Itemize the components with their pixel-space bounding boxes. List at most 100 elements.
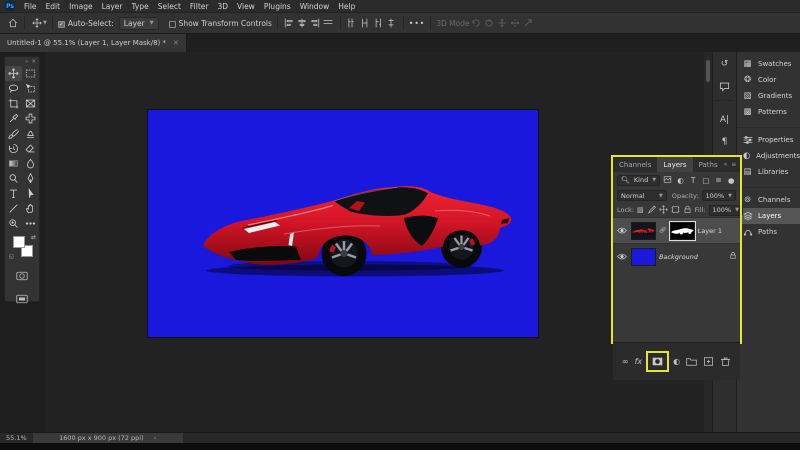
- tab-paths[interactable]: Paths: [693, 157, 724, 172]
- align-right-edges-icon[interactable]: [309, 17, 322, 30]
- menu-file[interactable]: File: [24, 2, 37, 11]
- character-panel-icon[interactable]: A|: [716, 112, 734, 128]
- scrollbar-thumb[interactable]: [706, 60, 710, 82]
- spot-healing-brush-tool[interactable]: [22, 111, 39, 126]
- screen-mode-button[interactable]: [16, 289, 28, 308]
- line-tool[interactable]: [5, 201, 22, 216]
- move-tool-icon[interactable]: [30, 17, 43, 30]
- layer-name[interactable]: Background: [659, 253, 698, 261]
- distribute-left-icon[interactable]: [346, 17, 359, 30]
- zoom-tool[interactable]: [5, 216, 22, 231]
- gradient-tool[interactable]: [5, 156, 22, 171]
- menu-type[interactable]: Type: [132, 2, 149, 11]
- panel-menu-icon[interactable]: ≡: [731, 161, 736, 168]
- panel-gradients[interactable]: ▧ Gradients: [737, 88, 800, 104]
- auto-select-target-dropdown[interactable]: Layer ▼: [118, 16, 159, 30]
- blend-mode-dropdown[interactable]: Normal ▼: [617, 190, 667, 201]
- menu-view[interactable]: View: [237, 2, 255, 11]
- zoom-level[interactable]: 55.1%: [0, 434, 33, 442]
- menu-select[interactable]: Select: [158, 2, 181, 11]
- panel-swatches[interactable]: ▦ Swatches: [737, 56, 800, 72]
- foreground-color-swatch[interactable]: [13, 236, 25, 248]
- new-layer-icon[interactable]: [703, 356, 714, 367]
- menu-filter[interactable]: Filter: [190, 2, 209, 11]
- close-panel-icon[interactable]: ✕: [31, 59, 36, 65]
- lock-paint-icon[interactable]: [647, 205, 656, 216]
- menu-3d[interactable]: 3D: [217, 2, 228, 11]
- chevron-right-icon[interactable]: ›: [154, 434, 157, 442]
- hand-tool[interactable]: [22, 201, 39, 216]
- crop-tool[interactable]: [5, 96, 22, 111]
- layer-mask-thumbnail[interactable]: [668, 220, 696, 241]
- collapse-panel-icon[interactable]: »: [25, 59, 28, 65]
- panel-libraries[interactable]: ▤ Libraries: [737, 164, 800, 180]
- canvas[interactable]: [148, 110, 538, 337]
- layer-row-layer1[interactable]: 🔗︎ Layer 1: [613, 217, 740, 243]
- more-options-icon[interactable]: •••: [409, 19, 425, 28]
- align-left-edges-icon[interactable]: [283, 17, 296, 30]
- delete-layer-icon[interactable]: [720, 356, 731, 367]
- auto-select-checkbox[interactable]: ✓: [57, 20, 65, 28]
- show-transform-checkbox[interactable]: [168, 20, 176, 28]
- type-tool[interactable]: [5, 186, 22, 201]
- history-panel-icon[interactable]: ↺: [716, 56, 734, 72]
- default-colors-icon[interactable]: ◱: [9, 254, 14, 260]
- tab-channels[interactable]: Channels: [613, 157, 657, 172]
- collapse-panel-icon[interactable]: »: [724, 161, 728, 168]
- distribute-right-icon[interactable]: [372, 17, 385, 30]
- lock-all-icon[interactable]: [683, 205, 692, 216]
- rectangular-marquee-tool[interactable]: [22, 66, 39, 81]
- menu-help[interactable]: Help: [338, 2, 355, 11]
- menu-plugins[interactable]: Plugins: [264, 2, 291, 11]
- menu-window[interactable]: Window: [300, 2, 330, 11]
- mask-link-icon[interactable]: 🔗︎: [659, 227, 667, 234]
- swap-colors-icon[interactable]: ⇄: [31, 234, 36, 241]
- layer-thumbnail[interactable]: [631, 221, 656, 240]
- filter-type-dropdown[interactable]: 🔍︎ Kind ▼: [617, 174, 661, 186]
- panel-layers[interactable]: Layers: [737, 208, 800, 224]
- move-tool[interactable]: [5, 66, 22, 81]
- filter-adjustment-layers-icon[interactable]: ◐: [676, 176, 686, 185]
- panel-channels[interactable]: ⊚ Channels: [737, 192, 800, 208]
- frame-tool[interactable]: [22, 96, 39, 111]
- menu-image[interactable]: Image: [69, 2, 93, 11]
- fill-dropdown[interactable]: 100% ▼: [708, 204, 743, 216]
- filter-smart-objects-icon[interactable]: ⧈: [714, 175, 724, 185]
- close-tab-icon[interactable]: ✕: [173, 39, 179, 47]
- opacity-dropdown[interactable]: 100% ▼: [701, 190, 736, 201]
- home-icon[interactable]: [6, 17, 19, 30]
- lock-transparency-icon[interactable]: ▨: [637, 206, 644, 214]
- panel-color[interactable]: ❂ Color: [737, 72, 800, 88]
- distribute-vertical-icon[interactable]: [385, 17, 398, 30]
- filter-shape-layers-icon[interactable]: ▢: [701, 176, 711, 185]
- pen-tool[interactable]: [22, 171, 39, 186]
- comments-panel-icon[interactable]: [716, 78, 734, 94]
- chevron-down-icon[interactable]: ▼: [43, 20, 47, 26]
- history-brush-tool[interactable]: [5, 141, 22, 156]
- panel-patterns[interactable]: ▩ Patterns: [737, 104, 800, 120]
- lock-artboard-icon[interactable]: [671, 205, 680, 216]
- align-horizontal-centers-icon[interactable]: [296, 17, 309, 30]
- add-layer-mask-button[interactable]: [646, 351, 670, 372]
- quick-mask-mode-button[interactable]: [16, 266, 28, 285]
- distribute-center-icon[interactable]: [359, 17, 372, 30]
- visibility-eye-icon[interactable]: [616, 227, 628, 234]
- visibility-eye-icon[interactable]: [616, 253, 628, 260]
- paragraph-panel-icon[interactable]: ¶: [716, 134, 734, 150]
- filter-pixel-layers-icon[interactable]: [663, 175, 673, 186]
- new-group-icon[interactable]: [686, 356, 697, 367]
- link-layers-icon[interactable]: ∞: [622, 357, 629, 366]
- tab-layers[interactable]: Layers: [657, 157, 693, 172]
- object-selection-tool[interactable]: [22, 81, 39, 96]
- eyedropper-tool[interactable]: [5, 111, 22, 126]
- lasso-tool[interactable]: [5, 81, 22, 96]
- filter-type-layers-icon[interactable]: T: [688, 176, 698, 185]
- eraser-tool[interactable]: [22, 141, 39, 156]
- clone-stamp-tool[interactable]: [22, 126, 39, 141]
- panel-paths[interactable]: Paths: [737, 224, 800, 240]
- lock-position-icon[interactable]: [658, 204, 668, 216]
- layer-styles-icon[interactable]: fx: [635, 357, 643, 366]
- path-selection-tool[interactable]: [22, 186, 39, 201]
- menu-edit[interactable]: Edit: [46, 2, 61, 11]
- blur-tool[interactable]: [22, 156, 39, 171]
